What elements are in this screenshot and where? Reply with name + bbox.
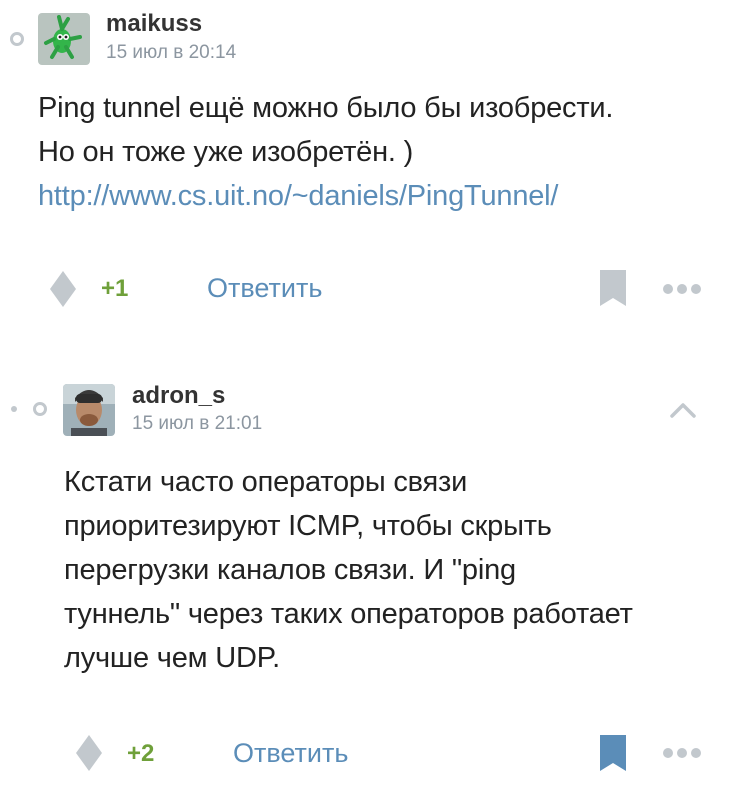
- comment-text-line: туннель" через таких операторов работает: [64, 598, 633, 630]
- comment: adron_s 15 июл в 21:01 Кстати часто опер…: [0, 360, 750, 802]
- more-options-icon[interactable]: [662, 283, 702, 295]
- comment-text-line: Кстати часто операторы связи: [64, 466, 468, 498]
- comment-text-line: перегрузки каналов связи. И "ping: [64, 554, 516, 586]
- username[interactable]: adron_s: [132, 382, 225, 410]
- comment-score: +2: [127, 740, 155, 767]
- comment-body: Ping tunnel ещё можно было бы изобрести.…: [38, 86, 613, 218]
- comment-text-line: Но он тоже уже изобретён. ): [38, 136, 414, 168]
- chevron-up-icon[interactable]: [670, 402, 696, 418]
- bookmark-icon[interactable]: [600, 270, 626, 306]
- comment: maikuss 15 июл в 20:14 Ping tunnel ещё м…: [0, 0, 750, 340]
- comment-text-line: Ping tunnel ещё можно было бы изобрести.: [38, 92, 614, 124]
- vote-icon[interactable]: [50, 271, 76, 307]
- comment-link[interactable]: http://www.cs.uit.no/~daniels/PingTunnel…: [38, 180, 558, 212]
- avatar[interactable]: [63, 384, 115, 436]
- timestamp[interactable]: 15 июл в 20:14: [106, 42, 236, 64]
- timestamp[interactable]: 15 июл в 21:01: [132, 413, 262, 435]
- reply-button[interactable]: Ответить: [233, 738, 348, 769]
- comment-score: +1: [101, 275, 129, 302]
- comment-body: Кстати часто операторы связи приоритезир…: [64, 460, 633, 680]
- reply-button[interactable]: Ответить: [207, 273, 322, 304]
- comment-text-line: приоритезируют ICMP, чтобы скрыть: [64, 510, 552, 542]
- comment-text-line: лучше чем UDP.: [64, 642, 280, 674]
- thread-level-bullet: [11, 406, 17, 412]
- thread-level-indicator[interactable]: [33, 402, 47, 416]
- thread-level-indicator[interactable]: [10, 32, 24, 46]
- username[interactable]: maikuss: [106, 10, 202, 38]
- more-options-icon[interactable]: [662, 747, 702, 759]
- green-creature-icon: [38, 13, 90, 65]
- person-photo-icon: [63, 384, 115, 436]
- vote-icon[interactable]: [76, 735, 102, 771]
- avatar[interactable]: [38, 13, 90, 65]
- bookmark-icon[interactable]: [600, 735, 626, 771]
